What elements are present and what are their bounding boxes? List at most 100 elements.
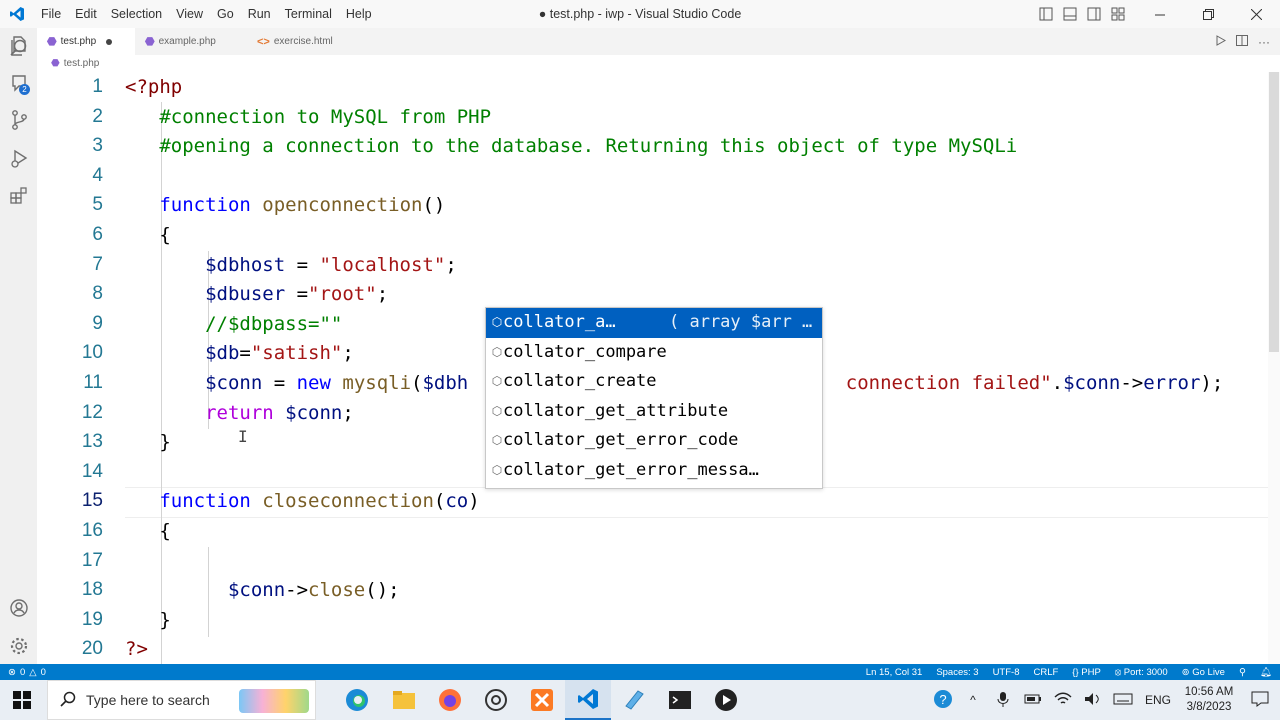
help-icon[interactable]: ? <box>928 689 958 712</box>
settings-gear-icon[interactable] <box>0 628 37 664</box>
vscode-taskbar-icon[interactable] <box>565 680 611 720</box>
tab-label: exercise.html <box>273 36 333 47</box>
indentation[interactable]: Spaces: 3 <box>936 667 978 678</box>
encoding[interactable]: UTF-8 <box>993 667 1020 678</box>
feedback-icon[interactable]: ⚲ <box>1239 667 1246 678</box>
suggestion-item[interactable]: ⬡ collator_get_attribute <box>486 397 822 427</box>
port-indicator[interactable]: ⦻ Port: 3000 <box>1115 667 1168 678</box>
customize-layout-icon[interactable] <box>1106 0 1130 28</box>
code-token: ; <box>445 253 457 276</box>
menu-file[interactable]: File <box>34 0 68 28</box>
unsaved-dot-icon[interactable] <box>106 38 113 45</box>
terminal-icon[interactable] <box>657 680 703 720</box>
suggestion-item[interactable]: ⬡ collator_create <box>486 367 822 397</box>
code-token: ( <box>411 372 423 394</box>
status-bar: ⊗ 0 △ 0 Ln 15, Col 31 Spaces: 3 UTF-8 CR… <box>0 664 1280 680</box>
editor-scrollbar[interactable] <box>1268 72 1280 664</box>
cursor-position[interactable]: Ln 15, Col 31 <box>866 667 923 678</box>
git-icon[interactable] <box>0 102 37 138</box>
activity-bar: 2 <box>0 28 37 664</box>
menu-help[interactable]: Help <box>339 0 379 28</box>
show-hidden-icons-icon[interactable]: ^ <box>958 693 988 707</box>
battery-icon[interactable] <box>1018 693 1048 708</box>
notification-center-icon[interactable] <box>1240 691 1280 710</box>
tab-actions: ··· <box>1216 28 1270 55</box>
line-ending[interactable]: CRLF <box>1033 667 1058 678</box>
scrollbar-thumb[interactable] <box>1269 72 1279 352</box>
toggle-panel-icon[interactable] <box>1058 0 1082 28</box>
keyboard-icon[interactable] <box>1108 693 1138 708</box>
line-number: 9 <box>92 312 103 334</box>
toggle-secondary-sidebar-icon[interactable] <box>1082 0 1106 28</box>
tab-exercise-html[interactable]: <> exercise.html <box>247 28 343 55</box>
code-text: function openconnection() <box>125 190 445 220</box>
problems-indicator[interactable]: ⊗ 0 △ 0 <box>8 664 46 680</box>
firefox-icon[interactable] <box>427 680 473 720</box>
code-token: ); <box>1200 372 1224 394</box>
restore-button[interactable] <box>1184 0 1232 28</box>
more-actions-icon[interactable]: ··· <box>1258 35 1270 49</box>
go-live-button[interactable]: ⊚ Go Live <box>1182 667 1225 678</box>
menu-selection[interactable]: Selection <box>104 0 169 28</box>
close-window-button[interactable] <box>1232 0 1280 28</box>
menu-terminal[interactable]: Terminal <box>278 0 339 28</box>
notification-badge: 2 <box>19 84 30 95</box>
error-icon: ⊗ <box>8 666 16 678</box>
tab-example-php[interactable]: ⬣ example.php <box>135 28 247 55</box>
text-cursor-icon: I <box>238 427 248 446</box>
account-icon[interactable] <box>0 590 37 626</box>
minimize-button[interactable] <box>1136 0 1184 28</box>
file-explorer-icon[interactable] <box>381 680 427 720</box>
tab-test-php[interactable]: ⬣ test.php <box>37 28 135 55</box>
menu-go[interactable]: Go <box>210 0 241 28</box>
code-token: $dbhost <box>205 253 286 276</box>
clock-time: 10:56 AM <box>1184 686 1234 698</box>
menu-edit[interactable]: Edit <box>68 0 104 28</box>
source-control-icon[interactable]: 2 <box>0 66 37 102</box>
suggestion-item[interactable]: ⬡ collator_get_error_code <box>486 426 822 456</box>
menu-bar: File Edit Selection View Go Run Terminal Help <box>34 0 379 28</box>
notifications-bell-icon[interactable]: 🔔︎ <box>1260 667 1272 678</box>
notepad-icon[interactable] <box>611 680 657 720</box>
media-player-icon[interactable] <box>703 680 749 720</box>
toggle-primary-sidebar-icon[interactable] <box>1034 0 1058 28</box>
suggestion-item[interactable]: ⬡ collator_a… ( array $arr … <box>486 308 822 338</box>
code-token: connection failed" <box>845 372 1052 394</box>
chrome-like-icon[interactable] <box>473 680 519 720</box>
xampp-icon[interactable] <box>519 680 565 720</box>
code-token: mysqli <box>342 372 412 394</box>
code-token: { <box>159 520 171 542</box>
windows-start-button[interactable] <box>0 680 44 720</box>
menu-view[interactable]: View <box>169 0 210 28</box>
language-mode[interactable]: {} PHP <box>1072 667 1101 678</box>
suggestion-item[interactable]: ⬡ collator_get_error_messa… <box>486 456 822 486</box>
suggestion-item[interactable]: ⬡ collator_compare <box>486 338 822 368</box>
split-editor-icon[interactable] <box>1236 34 1248 49</box>
editor-tabs: ⬣ test.php ⬣ example.php <> exercise.htm… <box>37 28 1280 55</box>
edge-icon[interactable] <box>334 680 380 720</box>
search-activity-icon[interactable] <box>0 30 37 66</box>
menu-run[interactable]: Run <box>241 0 278 28</box>
clock[interactable]: 10:56 AM 3/8/2023 <box>1178 685 1240 715</box>
run-debug-icon[interactable] <box>0 140 37 176</box>
line-number: 12 <box>81 401 103 423</box>
wifi-icon[interactable] <box>1048 692 1078 709</box>
input-language[interactable]: ENG <box>1138 693 1178 707</box>
taskbar-search[interactable]: Type here to search <box>47 680 316 720</box>
extensions-icon[interactable] <box>0 178 37 214</box>
volume-icon[interactable] <box>1078 692 1108 709</box>
run-file-icon[interactable] <box>1216 34 1227 49</box>
line-number: 1 <box>92 76 103 97</box>
vscode-logo-icon <box>0 0 34 28</box>
title-controls <box>1034 0 1280 28</box>
warning-count: 0 <box>40 666 46 678</box>
microphone-icon[interactable] <box>988 691 1018 710</box>
breadcrumb-file[interactable]: test.php <box>64 58 100 69</box>
line-number: 15 <box>81 490 103 512</box>
